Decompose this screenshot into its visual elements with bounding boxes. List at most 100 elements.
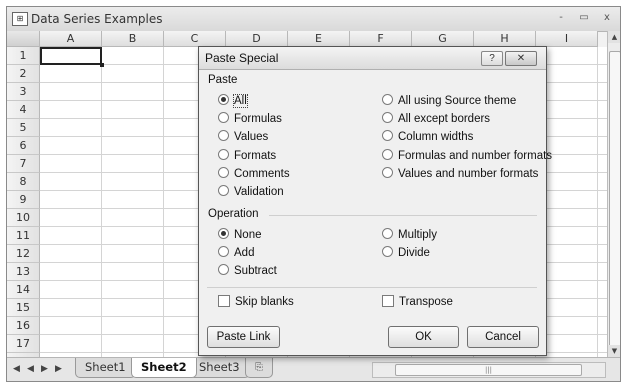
radio-all-label: All [233,94,248,108]
radio-icon [218,112,229,124]
column-header[interactable]: D [226,31,288,47]
radio-icon [382,130,393,142]
restore-button[interactable]: ▭ [575,10,593,26]
row-header[interactable]: 11 [7,227,40,245]
radio-none[interactable]: None [218,228,262,242]
checkbox-icon [218,294,230,307]
radio-icon [218,246,229,258]
radio-comments-label: Comments [234,168,290,180]
vertical-scrollbar[interactable]: ▲ ▼ [607,31,620,357]
operation-group-label: Operation [208,208,259,220]
radio-formulas-number-formats[interactable]: Formulas and number formats [382,149,552,163]
row-header[interactable]: 16 [7,317,40,335]
checkbox-skip-blanks[interactable]: Skip blanks [218,294,294,309]
radio-selected-icon [218,94,229,106]
radio-divide[interactable]: Divide [382,246,430,260]
radio-values[interactable]: Values [218,130,268,144]
radio-add[interactable]: Add [218,246,254,260]
radio-divide-label: Divide [398,247,430,259]
column-header[interactable]: G [412,31,474,47]
tab-sheet1[interactable]: Sheet1 [75,358,136,378]
excel-app-icon[interactable]: ⊞ [12,12,28,26]
row-header[interactable]: 2 [7,65,40,83]
row-header[interactable]: 12 [7,245,40,263]
vertical-scroll-thumb[interactable] [609,51,620,353]
radio-formats[interactable]: Formats [218,149,276,163]
minimize-button[interactable]: - [552,10,570,26]
active-cell-a1[interactable] [40,47,104,67]
column-header[interactable]: E [288,31,350,47]
row-header[interactable]: 8 [7,173,40,191]
row-header[interactable]: 3 [7,83,40,101]
column-header[interactable]: F [350,31,412,47]
radio-subtract[interactable]: Subtract [218,264,277,278]
transpose-label: Transpose [399,296,453,308]
checkbox-icon [382,294,394,307]
window-title: Data Series Examples [31,12,163,26]
row-header[interactable]: 14 [7,281,40,299]
select-all-corner[interactable] [7,31,40,47]
row-header[interactable]: 13 [7,263,40,281]
radio-all[interactable]: All [218,94,248,108]
row-header[interactable]: 6 [7,137,40,155]
radio-none-label: None [234,229,262,241]
help-button[interactable]: ? [481,51,503,66]
skip-blanks-label: Skip blanks [235,296,294,308]
radio-multiply[interactable]: Multiply [382,228,437,242]
tab-sheet3[interactable]: Sheet3 [189,358,250,378]
last-sheet-icon[interactable]: ▶ [55,364,62,374]
column-header[interactable]: I [536,31,598,47]
prev-sheet-icon[interactable]: ◀ [27,364,34,374]
row-header[interactable]: 7 [7,155,40,173]
radio-values-number-formats-label: Values and number formats [398,168,539,180]
paste-special-dialog: Paste Special ? ✕ Paste All Formulas Val… [198,46,552,356]
radio-icon [382,94,393,106]
ok-button[interactable]: OK [388,326,459,348]
options-divider [207,287,537,288]
radio-comments[interactable]: Comments [218,167,290,181]
radio-column-widths[interactable]: Column widths [382,130,473,144]
checkbox-transpose[interactable]: Transpose [382,294,453,309]
radio-multiply-label: Multiply [398,229,437,241]
radio-icon [218,149,229,161]
dialog-title: Paste Special [205,51,279,65]
row-header[interactable]: 5 [7,119,40,137]
operation-divider [269,215,537,216]
radio-except-borders-label: All except borders [398,113,491,125]
first-sheet-icon[interactable]: ◀ [13,364,20,374]
radio-formulas[interactable]: Formulas [218,112,282,126]
radio-icon [382,167,393,179]
column-header[interactable]: C [164,31,226,47]
column-header[interactable]: B [102,31,164,47]
column-header[interactable]: H [474,31,536,47]
dialog-close-button[interactable]: ✕ [505,51,537,66]
close-button[interactable]: x [598,10,616,26]
paste-group-label: Paste [208,74,238,86]
title-bar: ⊞ Data Series Examples - ▭ x [7,7,620,32]
next-sheet-icon[interactable]: ▶ [41,364,48,374]
radio-values-number-formats[interactable]: Values and number formats [382,167,538,181]
horizontal-scrollbar[interactable]: ||| [372,362,606,378]
scroll-up-icon[interactable]: ▲ [608,31,620,43]
row-header[interactable]: 4 [7,101,40,119]
row-header[interactable]: 17 [7,335,40,353]
insert-sheet-icon[interactable]: ⎘ [245,358,273,378]
column-header[interactable]: A [40,31,102,47]
radio-icon [218,185,229,197]
horizontal-scroll-thumb[interactable]: ||| [395,364,582,376]
radio-formulas-label: Formulas [234,113,282,125]
radio-icon [382,246,393,258]
radio-all-using-source-theme[interactable]: All using Source theme [382,94,516,108]
radio-source-theme-label: All using Source theme [398,95,517,107]
row-header[interactable]: 1 [7,47,40,65]
tab-sheet2[interactable]: Sheet2 [131,358,197,378]
radio-all-except-borders[interactable]: All except borders [382,112,490,126]
row-header[interactable]: 15 [7,299,40,317]
scroll-down-icon[interactable]: ▼ [608,345,620,357]
cancel-button[interactable]: Cancel [467,326,539,348]
paste-link-button[interactable]: Paste Link [207,326,280,348]
radio-validation[interactable]: Validation [218,185,284,199]
row-header[interactable]: 10 [7,209,40,227]
row-header[interactable]: 9 [7,191,40,209]
radio-column-widths-label: Column widths [398,131,474,143]
